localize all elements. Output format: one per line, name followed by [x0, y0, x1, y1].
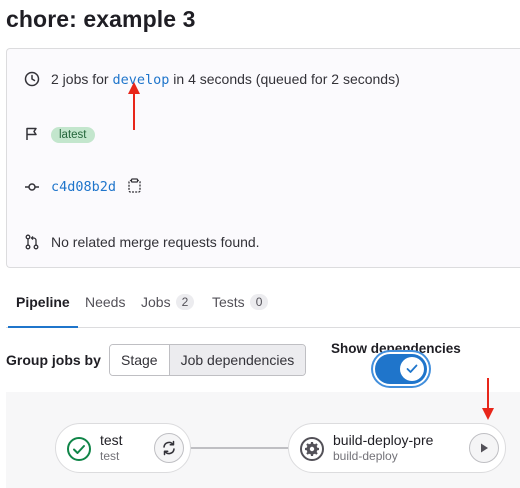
group-jobs-by-label: Group jobs by: [6, 352, 101, 368]
copy-sha-button[interactable]: [128, 178, 141, 196]
tab-jobs[interactable]: Jobs 2: [141, 294, 195, 328]
checkmark-icon: [406, 364, 418, 373]
pipeline-tabs: Pipeline Needs Jobs 2 Tests 0: [6, 288, 520, 328]
jobs-count-text: 2 jobs for: [51, 70, 109, 87]
flag-icon: [23, 125, 41, 143]
tests-count-badge: 0: [249, 294, 269, 310]
stage-option[interactable]: Stage: [110, 345, 169, 375]
manual-gear-icon: [300, 437, 324, 461]
annotation-arrow-up: [128, 82, 140, 130]
group-jobs-toggle: Stage Job dependencies: [109, 344, 307, 376]
job-build-deploy-pre[interactable]: build-deploy-pre build-deploy: [288, 423, 506, 473]
job-stage: test: [100, 449, 120, 463]
play-button[interactable]: [469, 433, 499, 463]
retry-icon: [163, 440, 175, 456]
duration-text: in 4 seconds (queued for 2 seconds): [173, 70, 400, 87]
latest-badge: latest: [51, 127, 95, 143]
job-name: build-deploy-pre: [333, 432, 434, 448]
tab-needs[interactable]: Needs: [85, 294, 125, 328]
pipeline-info-card: 2 jobs for develop in 4 seconds (queued …: [6, 48, 520, 268]
commit-sha-link[interactable]: c4d08b2d: [51, 179, 116, 195]
clock-icon: [23, 70, 41, 88]
job-dependencies-option[interactable]: Job dependencies: [168, 345, 306, 375]
show-dependencies-toggle[interactable]: [375, 354, 427, 384]
jobs-count-badge: 2: [175, 294, 195, 310]
success-status-icon: [67, 437, 91, 461]
play-icon: [481, 443, 488, 453]
job-name: test: [100, 432, 123, 448]
commit-icon: [23, 178, 41, 196]
merge-request-icon: [23, 233, 41, 251]
clipboard-icon: [128, 178, 141, 193]
tab-tests[interactable]: Tests 0: [212, 294, 269, 328]
job-stage: build-deploy: [333, 449, 398, 463]
page-title: chore: example 3: [6, 6, 196, 32]
job-test[interactable]: test test: [55, 423, 191, 473]
no-merge-requests-text: No related merge requests found.: [51, 234, 260, 250]
annotation-arrow-down: [482, 378, 494, 420]
retry-button[interactable]: [154, 433, 184, 463]
job-dependency-line: [190, 447, 290, 449]
tab-pipeline[interactable]: Pipeline: [8, 294, 78, 328]
